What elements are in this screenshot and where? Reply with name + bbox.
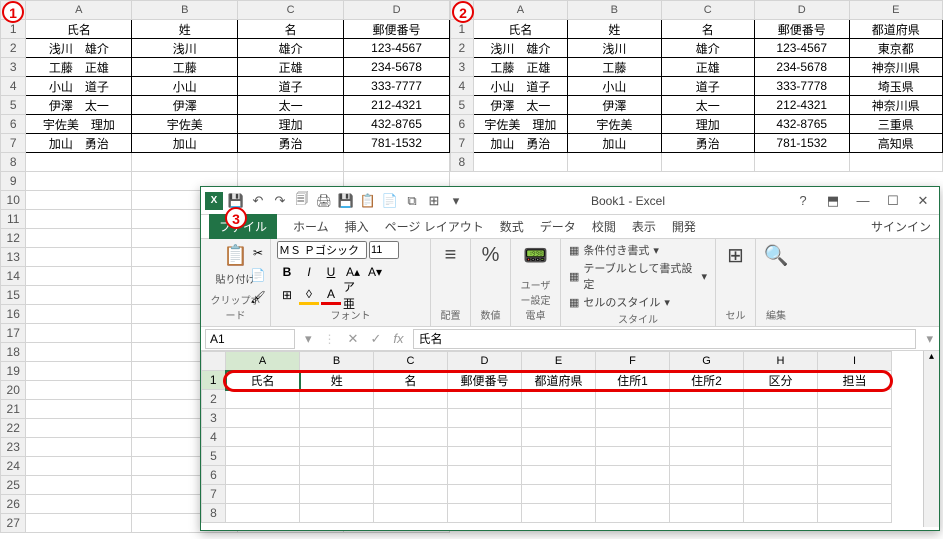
formula-bar: ▾ ⋮ ✕ ✓ fx ▾	[201, 327, 939, 351]
close-icon[interactable]: ✕	[911, 193, 935, 209]
select-all[interactable]	[202, 352, 226, 371]
signin-link[interactable]: サインイン	[871, 218, 931, 235]
fx-icon[interactable]: fx	[387, 331, 409, 346]
format-table-button[interactable]: ▦ テーブルとして書式設定 ▾	[567, 259, 709, 293]
col-H[interactable]: H	[744, 352, 818, 371]
copy-icon[interactable]: 📄	[248, 265, 268, 285]
help-icon[interactable]: ?	[791, 193, 815, 208]
qat-icon[interactable]: 💾	[337, 192, 355, 210]
group-editing: 編集	[762, 307, 790, 324]
tab-formulas[interactable]: 数式	[500, 218, 524, 235]
tab-insert[interactable]: 挿入	[345, 218, 369, 235]
tab-view[interactable]: 表示	[632, 218, 656, 235]
conditional-format-button[interactable]: ▦ 条件付き書式 ▾	[567, 241, 709, 259]
col-B[interactable]: B	[300, 352, 374, 371]
border-icon[interactable]: ⊞	[277, 285, 297, 305]
cut-icon[interactable]: ✂	[248, 243, 268, 263]
col-I[interactable]: I	[818, 352, 892, 371]
cell-styles-button[interactable]: ▦ セルのスタイル ▾	[567, 293, 709, 311]
undo-icon[interactable]: ↶	[249, 192, 267, 210]
calc-icon[interactable]: 📟	[522, 241, 550, 269]
qat-icon[interactable]: ⊞	[425, 192, 443, 210]
name-box-dropdown-icon[interactable]: ▾	[299, 331, 318, 347]
col-A[interactable]: A	[226, 352, 300, 371]
excel-window: X 💾 ↶ ↷ 🗐 🖨 💾 📋 📄 ⧉ ⊞ ▾ Book1 - Excel ? …	[200, 186, 940, 531]
minimize-icon[interactable]: —	[851, 193, 875, 208]
tab-pagelayout[interactable]: ページ レイアウト	[385, 218, 484, 235]
col-G[interactable]: G	[670, 352, 744, 371]
badge-1: 1	[2, 1, 24, 23]
row-1[interactable]: 1	[202, 371, 226, 390]
font-name-input[interactable]	[277, 241, 367, 259]
excel-logo-icon: X	[205, 192, 223, 210]
cells-icon[interactable]: ⊞	[722, 241, 750, 269]
fill-color-icon[interactable]: ◊	[299, 285, 319, 305]
qat-icon[interactable]: ⧉	[403, 192, 421, 210]
col-c[interactable]: C	[238, 1, 344, 20]
phonetic-icon[interactable]: ア亜	[343, 285, 363, 305]
qat-dropdown-icon[interactable]: ▾	[447, 192, 465, 210]
badge-3: 3	[225, 207, 247, 229]
enter-icon[interactable]: ✓	[364, 331, 387, 347]
number-icon[interactable]: %	[477, 241, 505, 269]
col-a[interactable]: A	[26, 1, 132, 20]
col-C[interactable]: C	[374, 352, 448, 371]
ribbon-options-icon[interactable]: ⬒	[821, 193, 845, 209]
group-cells: セル	[722, 307, 749, 324]
tab-home[interactable]: ホーム	[293, 218, 329, 235]
redo-icon[interactable]: ↷	[271, 192, 289, 210]
alignment-icon[interactable]: ≡	[437, 241, 465, 269]
group-font: フォント	[277, 307, 424, 324]
group-number: 数値	[477, 307, 504, 324]
badge-2: 2	[452, 1, 474, 23]
vertical-scrollbar[interactable]: ▴	[923, 351, 939, 527]
font-color-icon[interactable]: A	[321, 285, 341, 305]
group-calc: ユーザー設定 電卓	[517, 277, 554, 324]
tab-review[interactable]: 校閲	[592, 218, 616, 235]
window-title: Book1 - Excel	[465, 194, 791, 208]
tab-developer[interactable]: 開発	[672, 218, 696, 235]
underline-icon[interactable]: U	[321, 262, 341, 282]
qat-icon[interactable]: 📋	[359, 192, 377, 210]
col-E[interactable]: E	[522, 352, 596, 371]
red-highlight-oval	[223, 370, 893, 392]
sheet2-table: A B C D E 1氏名姓名郵便番号都道府県 2浅川 雄介浅川雄介123-45…	[450, 0, 943, 172]
col-D[interactable]: D	[448, 352, 522, 371]
qat-icon[interactable]: 📄	[381, 192, 399, 210]
titlebar: X 💾 ↶ ↷ 🗐 🖨 💾 📋 📄 ⧉ ⊞ ▾ Book1 - Excel ? …	[201, 187, 939, 215]
qat-icon[interactable]: 🗐	[293, 192, 311, 210]
ribbon: 📋貼り付け ✂ 📄 🖌 クリップボード B I U A▴ A▾ ⊞	[201, 239, 939, 327]
cancel-icon[interactable]: ✕	[342, 331, 365, 347]
col-d[interactable]: D	[344, 1, 450, 20]
group-alignment: 配置	[437, 307, 464, 324]
col-b[interactable]: B	[132, 1, 238, 20]
editing-icon[interactable]: 🔍	[762, 241, 790, 269]
bold-icon[interactable]: B	[277, 262, 297, 282]
format-painter-icon[interactable]: 🖌	[248, 287, 268, 307]
formula-input[interactable]	[413, 329, 916, 349]
name-box[interactable]	[205, 329, 295, 349]
paste-icon[interactable]: 📋	[222, 241, 250, 269]
sheet-area: A B C D E F G H I 1 氏名 姓 名 郵便番号 都道府県 住所1…	[201, 351, 939, 527]
col-F[interactable]: F	[596, 352, 670, 371]
ribbon-tabs: ファイル ホーム 挿入 ページ レイアウト 数式 データ 校閲 表示 開発 サイ…	[201, 215, 939, 239]
tab-data[interactable]: データ	[540, 218, 576, 235]
group-styles: スタイル	[567, 311, 709, 328]
decrease-font-icon[interactable]: A▾	[365, 262, 385, 282]
expand-formula-icon[interactable]: ▾	[920, 331, 939, 347]
maximize-icon[interactable]: ☐	[881, 193, 905, 209]
italic-icon[interactable]: I	[299, 262, 319, 282]
font-size-input[interactable]	[369, 241, 399, 259]
qat-icon[interactable]: 🖨	[315, 192, 333, 210]
